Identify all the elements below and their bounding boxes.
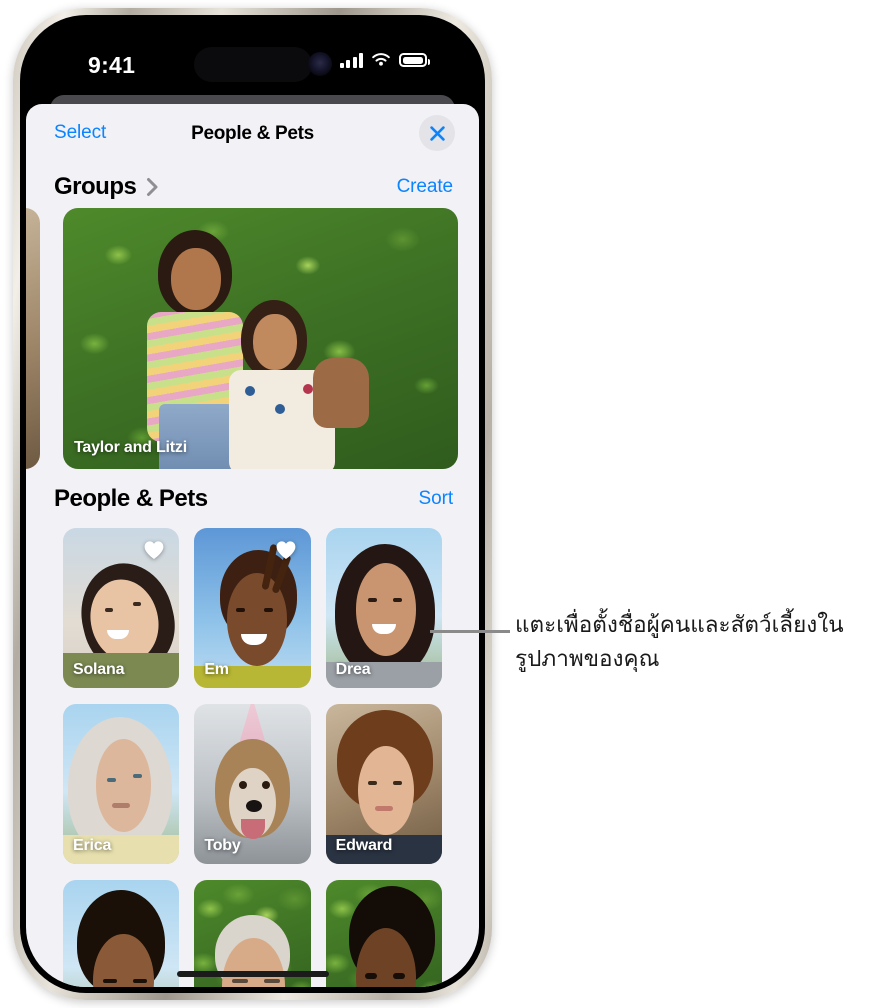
person-name: Drea <box>335 661 371 678</box>
person-name: Solana <box>73 661 125 678</box>
people-section-title: People & Pets <box>54 485 208 512</box>
person-name: Erica <box>73 837 112 854</box>
status-bar: 9:41 <box>26 21 479 95</box>
iphone-device-frame: 9:41 Select People & Pets Groups Create … <box>13 8 492 1000</box>
person-card-em[interactable]: Em <box>194 528 311 688</box>
screenshot-canvas: 9:41 Select People & Pets Groups Create … <box>0 0 872 1008</box>
person-card-row3-3[interactable] <box>325 880 442 987</box>
chevron-right-icon <box>146 177 159 197</box>
front-camera-icon <box>308 52 332 76</box>
people-and-pets-sheet: Select People & Pets Groups Create Taylo… <box>26 104 479 987</box>
people-grid: Solana Em Drea Erica Toby Edward <box>26 528 479 987</box>
callout-text: แตะเพื่อตั้งชื่อผู้คนและสัตว์เลี้ยงในรูป… <box>515 612 844 672</box>
groups-carousel[interactable]: Taylor and Litzi <box>26 208 479 474</box>
person-name: Em <box>204 661 229 678</box>
person-card-erica[interactable]: Erica <box>63 704 180 864</box>
dynamic-island <box>193 47 312 82</box>
device-screen: 9:41 Select People & Pets Groups Create … <box>26 21 479 987</box>
create-group-button[interactable]: Create <box>397 176 454 198</box>
person-name: Toby <box>204 837 241 854</box>
status-bar-time: 9:41 <box>88 52 136 78</box>
groups-section-header[interactable]: Groups Create <box>26 166 479 208</box>
group-card-previous[interactable] <box>26 208 40 469</box>
sort-button[interactable]: Sort <box>419 488 454 510</box>
group-card[interactable]: Taylor and Litzi <box>63 208 458 469</box>
sheet-navigation-bar: Select People & Pets <box>26 104 479 166</box>
close-x-icon <box>429 125 445 141</box>
person-card-row3-1[interactable] <box>63 880 180 987</box>
person-card-toby[interactable]: Toby <box>194 704 311 864</box>
cellular-bars-icon <box>339 52 363 68</box>
battery-icon <box>399 53 430 67</box>
home-indicator[interactable] <box>176 971 329 977</box>
person-card-drea[interactable]: Drea <box>325 528 442 688</box>
wifi-icon <box>372 53 390 66</box>
status-bar-indicators <box>339 52 430 68</box>
close-button[interactable] <box>419 115 455 151</box>
groups-section-title: Groups <box>54 173 137 200</box>
page-title: People & Pets <box>191 123 314 144</box>
people-section-header: People & Pets Sort <box>26 474 479 524</box>
callout-leader-line <box>430 630 510 633</box>
device-bezel: 9:41 Select People & Pets Groups Create … <box>20 15 485 993</box>
favorite-heart-icon <box>275 540 297 565</box>
person-card-edward[interactable]: Edward <box>325 704 442 864</box>
group-card-label: Taylor and Litzi <box>74 439 187 456</box>
favorite-heart-icon <box>143 540 165 565</box>
person-card-solana[interactable]: Solana <box>63 528 180 688</box>
person-name: Edward <box>335 837 393 854</box>
